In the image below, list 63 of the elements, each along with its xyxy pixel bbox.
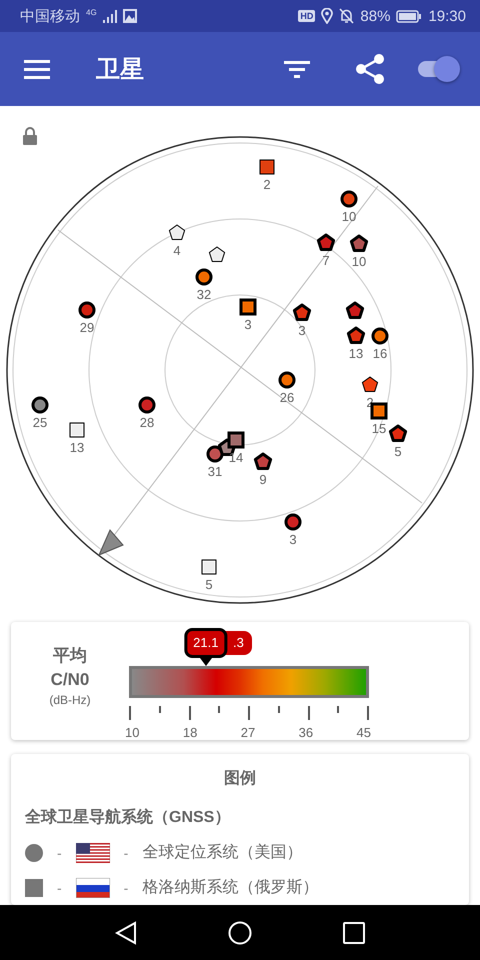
- satellite-number: 15: [372, 421, 386, 436]
- hd-badge: HD: [298, 10, 316, 22]
- satellite-number: 25: [32, 415, 48, 430]
- dash: -: [124, 844, 128, 860]
- square-symbol-icon: [25, 878, 43, 896]
- toggle-switch[interactable]: [416, 57, 460, 81]
- share-button[interactable]: [354, 53, 386, 85]
- satellite-number: 26: [280, 390, 294, 405]
- battery-percent: 88%: [360, 8, 390, 24]
- filter-button[interactable]: [284, 60, 310, 78]
- tick-label: 27: [240, 725, 256, 740]
- tick-label: 36: [298, 725, 314, 740]
- location-icon: [321, 8, 334, 24]
- unit-label: (dB-Hz): [49, 692, 91, 708]
- screen-title: 卫星: [96, 55, 144, 85]
- circle-symbol-icon: [25, 844, 43, 862]
- tick-label: 10: [125, 725, 140, 740]
- tick-label: 45: [356, 725, 371, 740]
- satellite-number: 4: [173, 243, 181, 258]
- image-icon: [122, 9, 137, 23]
- signal-icon: [102, 10, 117, 22]
- satellite-number: 13: [70, 440, 84, 455]
- clock: 19:30: [428, 8, 466, 24]
- satellite-number: 7: [322, 253, 330, 268]
- bell-off-icon: [339, 8, 354, 24]
- satellite-number: 31: [208, 464, 222, 479]
- heading-triangle-icon: [98, 529, 124, 556]
- system-name: 格洛纳斯系统（俄罗斯）: [142, 878, 318, 898]
- satellite-number: 10: [342, 209, 356, 224]
- average-label: 平均: [53, 645, 87, 667]
- satellite-number: 16: [372, 346, 388, 361]
- satellite-number: 13: [348, 346, 364, 361]
- cn0-value-bubble: 21.1: [184, 628, 228, 658]
- satellite-number: 29: [80, 320, 94, 335]
- satellite-number: 3: [244, 317, 252, 332]
- dash: -: [57, 844, 62, 860]
- satellite-number: 28: [140, 415, 154, 430]
- satellite-number: 3: [289, 532, 297, 547]
- satellite-number: 2: [263, 177, 271, 192]
- satellite-number: 9: [259, 472, 267, 487]
- battery-icon: [396, 10, 422, 22]
- flag-icon: [76, 842, 110, 862]
- carrier-name: 中国移动: [20, 6, 80, 26]
- satellite-number: 5: [394, 444, 402, 459]
- satellite-number: 10: [352, 254, 366, 269]
- system-name: 全球定位系统（美国）: [142, 842, 302, 863]
- satellite-number: 32: [196, 287, 212, 302]
- tick-label: 18: [182, 725, 198, 740]
- lock-icon[interactable]: [23, 127, 37, 145]
- section-heading: 全球卫星导航系统（GNSS）: [25, 807, 232, 828]
- menu-button[interactable]: [24, 59, 50, 79]
- satellite-number: 14: [228, 450, 244, 465]
- home-button[interactable]: [228, 920, 252, 944]
- dash: -: [124, 880, 128, 896]
- dash: -: [57, 880, 62, 896]
- satellite-number: 3: [298, 323, 306, 338]
- cn0-label: C/N0: [50, 669, 90, 691]
- network-type: 4G: [86, 8, 97, 17]
- flag-icon: [76, 878, 110, 898]
- satellite-number: 5: [205, 577, 213, 592]
- legend-title: 图例: [224, 769, 256, 789]
- back-button[interactable]: [115, 920, 138, 944]
- recent-apps-button[interactable]: [342, 922, 365, 944]
